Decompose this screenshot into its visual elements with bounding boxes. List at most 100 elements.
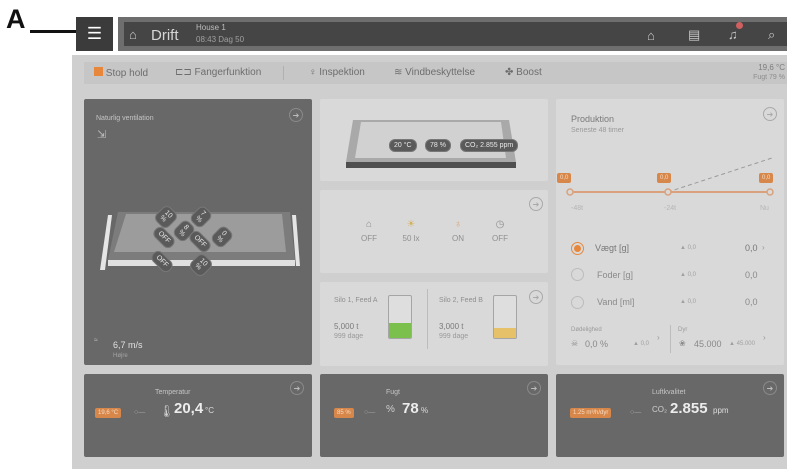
animal-icon: ❀ (679, 339, 686, 348)
x-label: -24t (664, 205, 677, 212)
house-co2: CO₂ 2.855 ppm (460, 139, 519, 152)
row-value: 0,0 (745, 270, 758, 280)
row-delta: ▲ 0,0 (680, 245, 696, 251)
slider-icon: ○— (630, 409, 642, 416)
radio-vaegt[interactable] (571, 242, 584, 255)
status-label: OFF (492, 234, 508, 243)
menu-button[interactable]: ☰ (76, 17, 113, 51)
tile-pill: 85 % (334, 408, 354, 418)
wind-icon: ≈ (94, 337, 98, 344)
bell-icon[interactable]: ♫ (728, 27, 738, 42)
stop-hold-button[interactable]: Stop hold (94, 67, 148, 79)
chart-marker: 0,0 (557, 173, 572, 183)
tile-value: 2.855 (670, 400, 708, 417)
callout-line (30, 30, 76, 33)
status-label: ON (452, 234, 464, 243)
status-label: 50 lx (402, 234, 420, 243)
x-label: -48t (571, 205, 584, 212)
row-delta: ▲ 0,0 (680, 299, 696, 305)
bulb-icon: ☀ (406, 219, 416, 230)
hamburger-icon: ☰ (86, 24, 103, 43)
temp-reading: 19,6 °C (758, 63, 785, 72)
silo-2-amount: 3,000 t (439, 322, 464, 331)
tile-unit: °C (205, 406, 214, 415)
chevron-right-icon[interactable]: › (762, 243, 765, 252)
x-label: Nu (760, 205, 769, 212)
produktion-title: Produktion (571, 114, 615, 124)
wind-speed: 6,7 m/s (113, 340, 143, 350)
radio-vand[interactable] (571, 296, 584, 309)
row-value: 0,0 (745, 243, 758, 253)
drop-icon: ♁ (454, 219, 462, 230)
silo-1-fill (389, 323, 411, 338)
search-icon[interactable]: ⌕ (768, 27, 775, 43)
tile-value: 20,4 (174, 400, 204, 417)
tile-title: Temperatur (155, 389, 191, 396)
house-time: 08:43 Dag 50 (196, 35, 245, 44)
tile-value: 78 (402, 400, 419, 417)
temperatur-arrow-icon[interactable]: ➔ (290, 381, 304, 395)
silo-1-amount: 5,000 t (334, 322, 359, 331)
humidity-reading: Fugt 79 % (753, 74, 785, 81)
inspektion-button[interactable]: ♀ Inspektion (309, 67, 365, 78)
silo-2-icon (493, 295, 517, 339)
dyr-value: 45.000 (694, 339, 722, 349)
slider-icon: ○— (364, 409, 376, 416)
house-icon: ⌂ (129, 27, 137, 42)
tile-pill: 1.25 m³/h/dyr (570, 408, 612, 418)
tile-title: Fugt (386, 389, 401, 396)
row-value: 0,0 (745, 297, 758, 307)
dyr-label: Dyr (678, 327, 688, 333)
luftkvalitet-arrow-icon[interactable]: ➔ (763, 381, 777, 395)
ventilation-arrow-icon[interactable]: ➔ (289, 108, 303, 122)
boost-button[interactable]: ✤ Boost (505, 67, 542, 78)
tile-unit: ppm (713, 406, 729, 415)
row-label: Foder [g] (597, 270, 634, 280)
produktion-arrow-icon[interactable]: ➔ (763, 107, 777, 121)
chart-marker: 0,0 (759, 173, 774, 183)
humidity-icon: % (386, 404, 395, 415)
radio-foder[interactable] (571, 268, 584, 281)
dead-value: 0,0 % (585, 339, 609, 349)
produktion-subtitle: Seneste 48 timer (571, 127, 624, 134)
chevron-right-icon[interactable]: › (657, 333, 660, 342)
tile-title: Luftkvalitet (652, 389, 686, 396)
divider (283, 66, 284, 80)
house-name[interactable]: House 1 (196, 23, 226, 32)
status-arrow-icon[interactable]: ➔ (529, 197, 543, 211)
thermometer-icon: 🌡︎ (159, 404, 175, 418)
row-label: Vægt [g] (595, 243, 630, 253)
bulb-icon: ♀ (309, 67, 317, 78)
dead-delta: ▲ 0,0 (633, 341, 649, 347)
co2-prefix: CO₂ (652, 405, 668, 414)
skull-icon: ☠ (571, 339, 579, 348)
silo-2-days: 999 dage (439, 333, 469, 340)
vind-button[interactable]: ≋ Vindbeskyttelse (394, 67, 475, 78)
tile-pill: 19,6 °C (95, 408, 122, 418)
status-card[interactable] (320, 190, 548, 273)
fan-icon: ✤ (505, 67, 514, 78)
fugt-tile[interactable] (320, 374, 548, 457)
dyr-delta: ▲ 45.000 (729, 341, 755, 347)
chevron-right-icon[interactable]: › (763, 333, 766, 342)
dead-label: Dødelighed (571, 327, 602, 333)
ventilation-title: Naturlig ventilation (96, 115, 154, 122)
home-icon[interactable]: ⌂ (647, 28, 655, 43)
list-icon[interactable]: ▤ (688, 27, 700, 43)
notification-badge (736, 22, 743, 29)
silo-arrow-icon[interactable]: ➔ (529, 290, 543, 304)
vent-mode-icon: ⇲ (97, 129, 107, 141)
silo-2-fill (494, 327, 516, 338)
fan-icon: ⌂ (365, 219, 373, 230)
wind-icon: ≋ (394, 67, 403, 78)
divider (670, 325, 671, 353)
slider-icon: ○— (134, 409, 146, 416)
tile-unit: % (421, 406, 429, 415)
house-humidity: 78 % (425, 139, 451, 152)
callout-label: A (6, 4, 26, 34)
silo-divider (427, 289, 428, 349)
truck-icon: ⊏⊐ (175, 67, 192, 78)
fanger-button[interactable]: ⊏⊐ Fangerfunktion (175, 67, 261, 78)
fugt-arrow-icon[interactable]: ➔ (527, 381, 541, 395)
row-label: Vand [ml] (597, 297, 635, 307)
